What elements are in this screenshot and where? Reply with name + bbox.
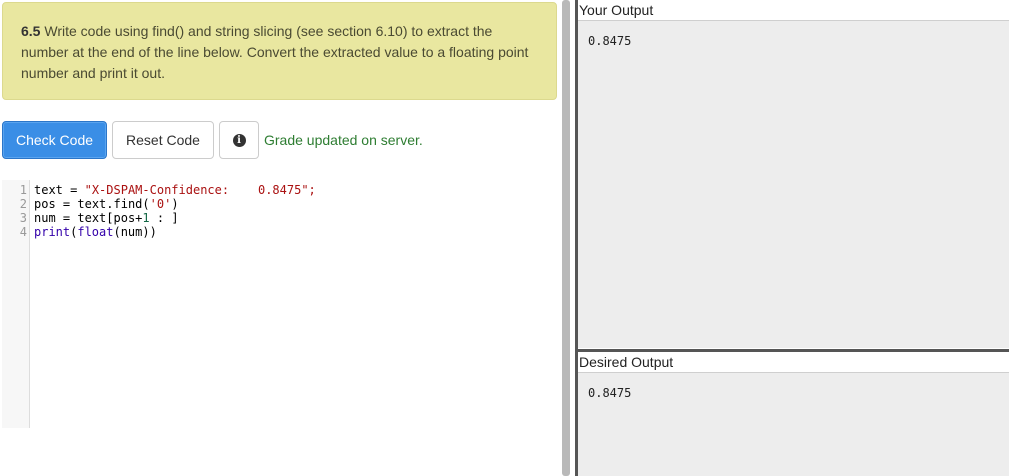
exercise-text: Write code using find() and string slici… — [21, 23, 529, 81]
code-token: num — [34, 211, 56, 225]
desired-output-value: 0.8475 — [588, 386, 632, 400]
exercise-number: 6.5 — [21, 23, 41, 39]
desired-output-title: Desired Output — [578, 352, 1009, 373]
toolbar: Check Code Reset Code i Grade updated on… — [2, 121, 423, 159]
info-button[interactable]: i — [219, 121, 259, 159]
code-token: ) — [171, 197, 179, 211]
code-line[interactable]: 3 num = text[pos+1 : ] — [2, 211, 557, 225]
code-content[interactable]: pos = text.find('0') — [34, 197, 179, 211]
exercise-prompt: 6.5 Write code using find() and string s… — [2, 2, 557, 100]
grade-status: Grade updated on server. — [264, 132, 423, 148]
exercise-panel: 6.5 Write code using find() and string s… — [0, 0, 558, 476]
line-number: 1 — [19, 183, 27, 197]
your-output-title: Your Output — [578, 0, 1009, 21]
code-token: (num)) — [113, 225, 157, 239]
code-token: text.find( — [77, 197, 150, 211]
line-number: 4 — [19, 225, 27, 239]
info-icon: i — [232, 133, 246, 147]
code-token: "X-DSPAM-Confidence: 0.8475"; — [84, 183, 316, 197]
code-token: = — [55, 211, 78, 225]
check-code-button[interactable]: Check Code — [2, 121, 107, 159]
code-token: = — [62, 183, 85, 197]
code-content[interactable]: print(float(num)) — [34, 225, 157, 239]
code-line[interactable]: 1 text = "X-DSPAM-Confidence: 0.8475"; — [2, 183, 557, 197]
your-output-panel: Your Output 0.8475 — [578, 0, 1009, 348]
code-line[interactable]: 2 pos = text.find('0') — [2, 197, 557, 211]
line-number: 2 — [19, 197, 27, 211]
code-token: text[pos+ — [77, 211, 143, 225]
activecode-window: 6.5 Write code using find() and string s… — [0, 0, 1009, 476]
desired-output-panel: Desired Output 0.8475 — [578, 349, 1009, 476]
code-editor[interactable]: 1 text = "X-DSPAM-Confidence: 0.8475"; 2 po… — [2, 180, 557, 428]
code-token: text — [34, 183, 63, 197]
code-token: print — [34, 225, 71, 239]
your-output-value: 0.8475 — [588, 34, 632, 48]
line-number: 3 — [19, 211, 27, 225]
code-token: : ] — [149, 211, 179, 225]
code-token: pos — [34, 197, 56, 211]
code-line[interactable]: 4 print(float(num)) — [2, 225, 557, 239]
code-token: = — [55, 197, 78, 211]
reset-code-button[interactable]: Reset Code — [112, 121, 214, 159]
code-content[interactable]: num = text[pos+1 : ] — [34, 211, 179, 225]
code-token: 1 — [142, 211, 150, 225]
code-content[interactable]: text = "X-DSPAM-Confidence: 0.8475"; — [34, 183, 316, 197]
code-token: '0' — [149, 197, 172, 211]
scrollbar[interactable] — [562, 0, 570, 476]
code-token: float — [77, 225, 114, 239]
code-lines[interactable]: 1 text = "X-DSPAM-Confidence: 0.8475"; 2 po… — [2, 183, 557, 239]
